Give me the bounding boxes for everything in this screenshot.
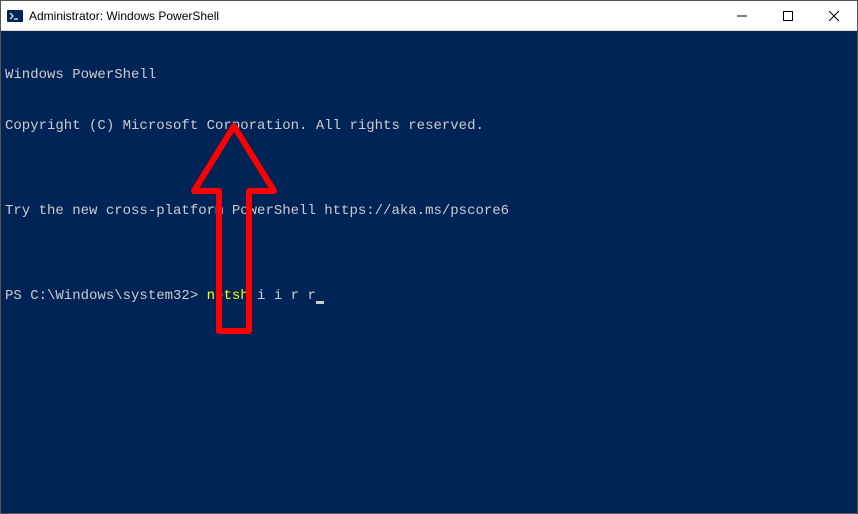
window-controls [719,1,857,30]
window-title: Administrator: Windows PowerShell [29,9,719,23]
prompt-text: PS C:\Windows\system32> [5,288,207,304]
terminal-prompt-line: PS C:\Windows\system32> netsh i i r r [5,288,853,305]
minimize-button[interactable] [719,1,765,30]
annotation-arrow-icon [189,121,279,341]
terminal-output-line: Windows PowerShell [5,67,853,84]
titlebar[interactable]: Administrator: Windows PowerShell [1,1,857,31]
maximize-button[interactable] [765,1,811,30]
command-args: i i r r [249,288,316,304]
powershell-icon [7,8,23,24]
terminal-output-line: Try the new cross-platform PowerShell ht… [5,203,853,220]
powershell-window: Administrator: Windows PowerShell Window… [0,0,858,514]
terminal-output-line: Copyright (C) Microsoft Corporation. All… [5,118,853,135]
close-button[interactable] [811,1,857,30]
terminal-area[interactable]: Windows PowerShell Copyright (C) Microso… [1,31,857,513]
cursor-icon [316,301,324,304]
command-keyword: netsh [207,288,249,304]
